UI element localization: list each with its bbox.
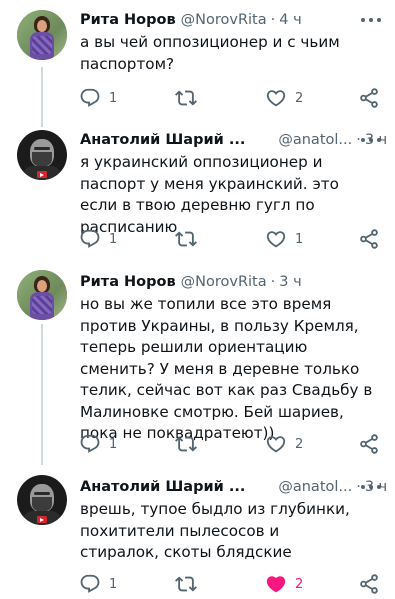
reply-button[interactable]: 1 bbox=[79, 432, 117, 456]
thread-line bbox=[41, 67, 43, 127]
avatar[interactable] bbox=[17, 130, 67, 180]
avatar[interactable] bbox=[17, 475, 67, 525]
avatar[interactable] bbox=[17, 10, 67, 60]
retweet-icon bbox=[175, 436, 197, 452]
reply-icon bbox=[80, 229, 100, 248]
like-icon-filled bbox=[266, 576, 286, 593]
like-count: 2 bbox=[295, 436, 304, 452]
tweet-actions: 1 1 bbox=[79, 227, 381, 251]
more-icon[interactable] bbox=[361, 132, 381, 148]
tweet-actions: 1 2 bbox=[79, 572, 381, 596]
like-icon bbox=[266, 90, 286, 107]
author-handle[interactable]: @anatol... bbox=[278, 479, 352, 495]
reply-count: 1 bbox=[109, 436, 118, 452]
author-handle[interactable]: @anatol... bbox=[278, 132, 352, 148]
share-icon bbox=[360, 88, 378, 108]
retweet-button[interactable] bbox=[175, 227, 205, 251]
avatar[interactable] bbox=[17, 270, 67, 320]
author-name[interactable]: Рита Норов bbox=[80, 12, 176, 28]
tweet-text: а вы чей оппозиционер и с чьим паспортом… bbox=[80, 33, 340, 73]
tweet-text: я украинский оппозиционер и паспорт у ме… bbox=[80, 153, 339, 236]
share-button[interactable] bbox=[358, 432, 380, 456]
author-name[interactable]: Анатолий Шарий ... bbox=[80, 132, 245, 148]
tweet-header: Рита Норов @NorovRita · 3 ч bbox=[80, 272, 302, 292]
more-icon[interactable] bbox=[361, 479, 381, 495]
tweet-2[interactable]: Анатолий Шарий ... @anatol... · 3 ч я ук… bbox=[0, 127, 395, 262]
like-button[interactable]: 2 bbox=[265, 432, 303, 456]
author-name[interactable]: Анатолий Шарий ... bbox=[80, 479, 245, 495]
share-icon bbox=[360, 229, 378, 249]
reply-button[interactable]: 1 bbox=[79, 86, 117, 110]
like-count: 1 bbox=[295, 231, 304, 247]
retweet-icon bbox=[175, 231, 197, 247]
reply-button[interactable]: 1 bbox=[79, 572, 117, 596]
share-icon bbox=[360, 434, 378, 454]
reply-count: 1 bbox=[109, 90, 118, 106]
like-button[interactable]: 2 bbox=[265, 86, 303, 110]
share-button[interactable] bbox=[358, 227, 380, 251]
share-icon bbox=[360, 574, 378, 594]
retweet-button[interactable] bbox=[175, 572, 205, 596]
more-icon[interactable] bbox=[361, 12, 381, 28]
thread-line bbox=[41, 324, 43, 465]
author-handle[interactable]: @NorovRita bbox=[181, 12, 267, 28]
tweet-header: Рита Норов @NorovRita · 4 ч bbox=[80, 10, 302, 30]
tweet-time[interactable]: 4 ч bbox=[279, 12, 301, 28]
share-button[interactable] bbox=[358, 86, 380, 110]
tweet-3[interactable]: Рита Норов @NorovRita · 3 ч но вы же топ… bbox=[0, 262, 395, 465]
reply-icon bbox=[80, 88, 100, 107]
tweet-header: Анатолий Шарий ... @anatol... · 3 ч bbox=[80, 130, 387, 150]
separator-dot: · bbox=[270, 274, 276, 290]
separator-dot: · bbox=[270, 12, 276, 28]
author-name[interactable]: Рита Норов bbox=[80, 274, 176, 290]
like-button[interactable]: 2 bbox=[265, 572, 303, 596]
like-count: 2 bbox=[295, 90, 304, 106]
retweet-button[interactable] bbox=[175, 86, 205, 110]
tweet-text: но вы же топили все это время против Укр… bbox=[80, 295, 373, 442]
tweet-time[interactable]: 3 ч bbox=[279, 274, 301, 290]
author-handle[interactable]: @NorovRita bbox=[181, 274, 267, 290]
tweet-header: Анатолий Шарий ... @anatol... · 3 ч bbox=[80, 477, 387, 497]
tweet-actions: 1 2 bbox=[79, 86, 381, 110]
reply-icon bbox=[80, 574, 100, 593]
reply-count: 1 bbox=[109, 576, 118, 592]
reply-count: 1 bbox=[109, 231, 118, 247]
retweet-icon bbox=[175, 90, 197, 106]
like-icon bbox=[266, 436, 286, 453]
tweet-text: врешь, тупое быдло из глубинки, похитите… bbox=[80, 500, 350, 561]
reply-icon bbox=[80, 434, 100, 453]
tweet-4[interactable]: Анатолий Шарий ... @anatol... · 3 ч вреш… bbox=[0, 465, 395, 599]
tweet-actions: 1 2 bbox=[79, 432, 381, 456]
retweet-icon bbox=[175, 576, 197, 592]
share-button[interactable] bbox=[358, 572, 380, 596]
like-count: 2 bbox=[295, 576, 304, 592]
retweet-button[interactable] bbox=[175, 432, 205, 456]
like-button[interactable]: 1 bbox=[265, 227, 303, 251]
tweet-1[interactable]: Рита Норов @NorovRita · 4 ч а вы чей опп… bbox=[0, 0, 395, 127]
reply-button[interactable]: 1 bbox=[79, 227, 117, 251]
like-icon bbox=[266, 231, 286, 248]
